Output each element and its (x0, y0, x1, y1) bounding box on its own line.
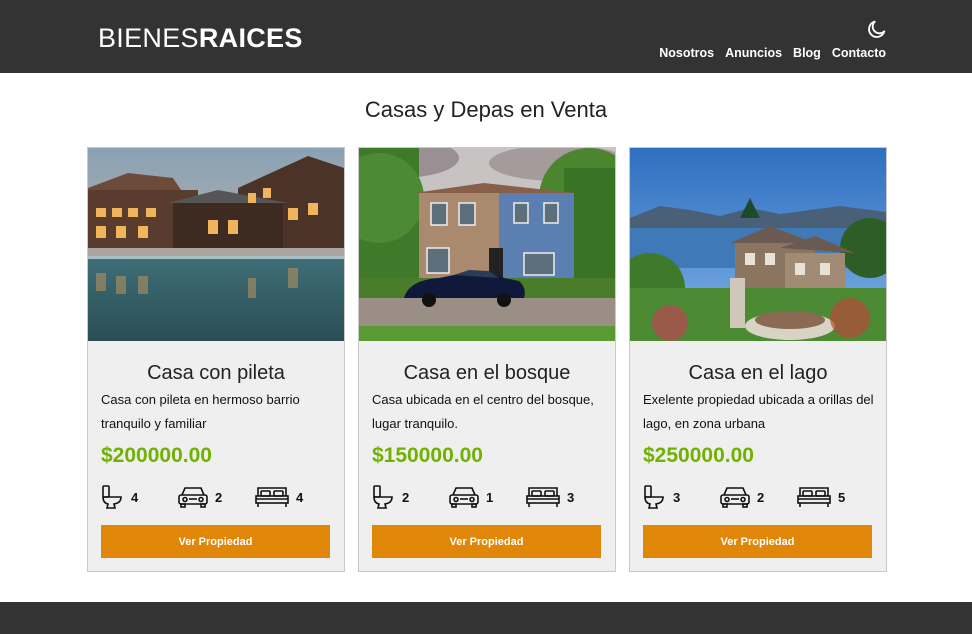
parking-count: 1 (486, 489, 494, 505)
toilet-icon (373, 485, 393, 509)
house-by-lake-photo (630, 148, 886, 341)
parking-feature: 1 (448, 482, 493, 512)
nav-link-nosotros[interactable]: Nosotros (659, 45, 714, 61)
view-property-button[interactable]: Ver Propiedad (372, 525, 601, 558)
view-property-button[interactable]: Ver Propiedad (101, 525, 330, 558)
bed-icon (526, 487, 560, 507)
listing-title: Casa con pileta (147, 362, 285, 384)
toilet-icon (102, 485, 122, 509)
page-title: Casas y Depas en Venta (364, 97, 608, 122)
listing-price: $200000.00 (101, 444, 212, 467)
toilet-icon (644, 485, 664, 509)
bedrooms-count: 3 (567, 489, 575, 505)
moon-icon[interactable] (866, 18, 888, 40)
house-with-pool-photo (88, 148, 344, 341)
bathrooms-feature: 3 (643, 482, 680, 512)
bedrooms-count: 5 (838, 489, 846, 505)
car-icon (449, 487, 479, 508)
nav-link-blog[interactable]: Blog (793, 45, 821, 61)
bedrooms-count: 4 (296, 489, 304, 505)
listing-features: 2 1 3 (372, 482, 604, 512)
bathrooms-count: 3 (673, 489, 681, 505)
logo-light-text: BIENES (98, 23, 199, 53)
listing-features: 3 2 5 (643, 482, 875, 512)
listing-title: Casa en el bosque (403, 362, 571, 384)
logo-bold-text: RAICES (198, 23, 303, 53)
bathrooms-count: 4 (131, 489, 139, 505)
listing-card: Casa con pileta Casa con pileta en hermo… (87, 147, 345, 572)
parking-count: 2 (215, 489, 223, 505)
nav-link-contacto[interactable]: Contacto (832, 45, 886, 61)
car-icon (720, 487, 750, 508)
house-in-forest-photo (359, 148, 615, 341)
listing-price: $250000.00 (643, 444, 754, 467)
parking-count: 2 (757, 489, 765, 505)
listing-price: $150000.00 (372, 444, 483, 467)
bedrooms-feature: 4 (254, 482, 303, 512)
listing-features: 4 2 4 (101, 482, 333, 512)
parking-feature: 2 (177, 482, 222, 512)
view-property-button[interactable]: Ver Propiedad (643, 525, 872, 558)
listing-card: Casa en el bosque Casa ubicada en el cen… (358, 147, 616, 572)
listing-card: Casa en el lago Exelente propiedad ubica… (629, 147, 887, 572)
listing-description: Exelente propiedad ubicada a orillas del… (643, 392, 874, 431)
bed-icon (255, 487, 289, 507)
site-header: BIENESRAICES Nosotros Anuncios Blog Cont… (0, 0, 972, 73)
site-logo[interactable]: BIENESRAICES (98, 22, 303, 54)
listing-description: Casa con pileta en hermoso barrio tranqu… (101, 392, 300, 431)
bedrooms-feature: 5 (796, 482, 845, 512)
parking-feature: 2 (719, 482, 764, 512)
bed-icon (797, 487, 831, 507)
bedrooms-feature: 3 (525, 482, 574, 512)
car-icon (178, 487, 208, 508)
nav-link-anuncios[interactable]: Anuncios (725, 45, 782, 61)
listing-title: Casa en el lago (688, 362, 828, 384)
main-nav: Nosotros Anuncios Blog Contacto (659, 45, 886, 61)
site-footer (0, 602, 972, 634)
bathrooms-feature: 4 (101, 482, 138, 512)
bathrooms-feature: 2 (372, 482, 409, 512)
listing-description: Casa ubicada en el centro del bosque, lu… (372, 392, 594, 431)
bathrooms-count: 2 (402, 489, 410, 505)
